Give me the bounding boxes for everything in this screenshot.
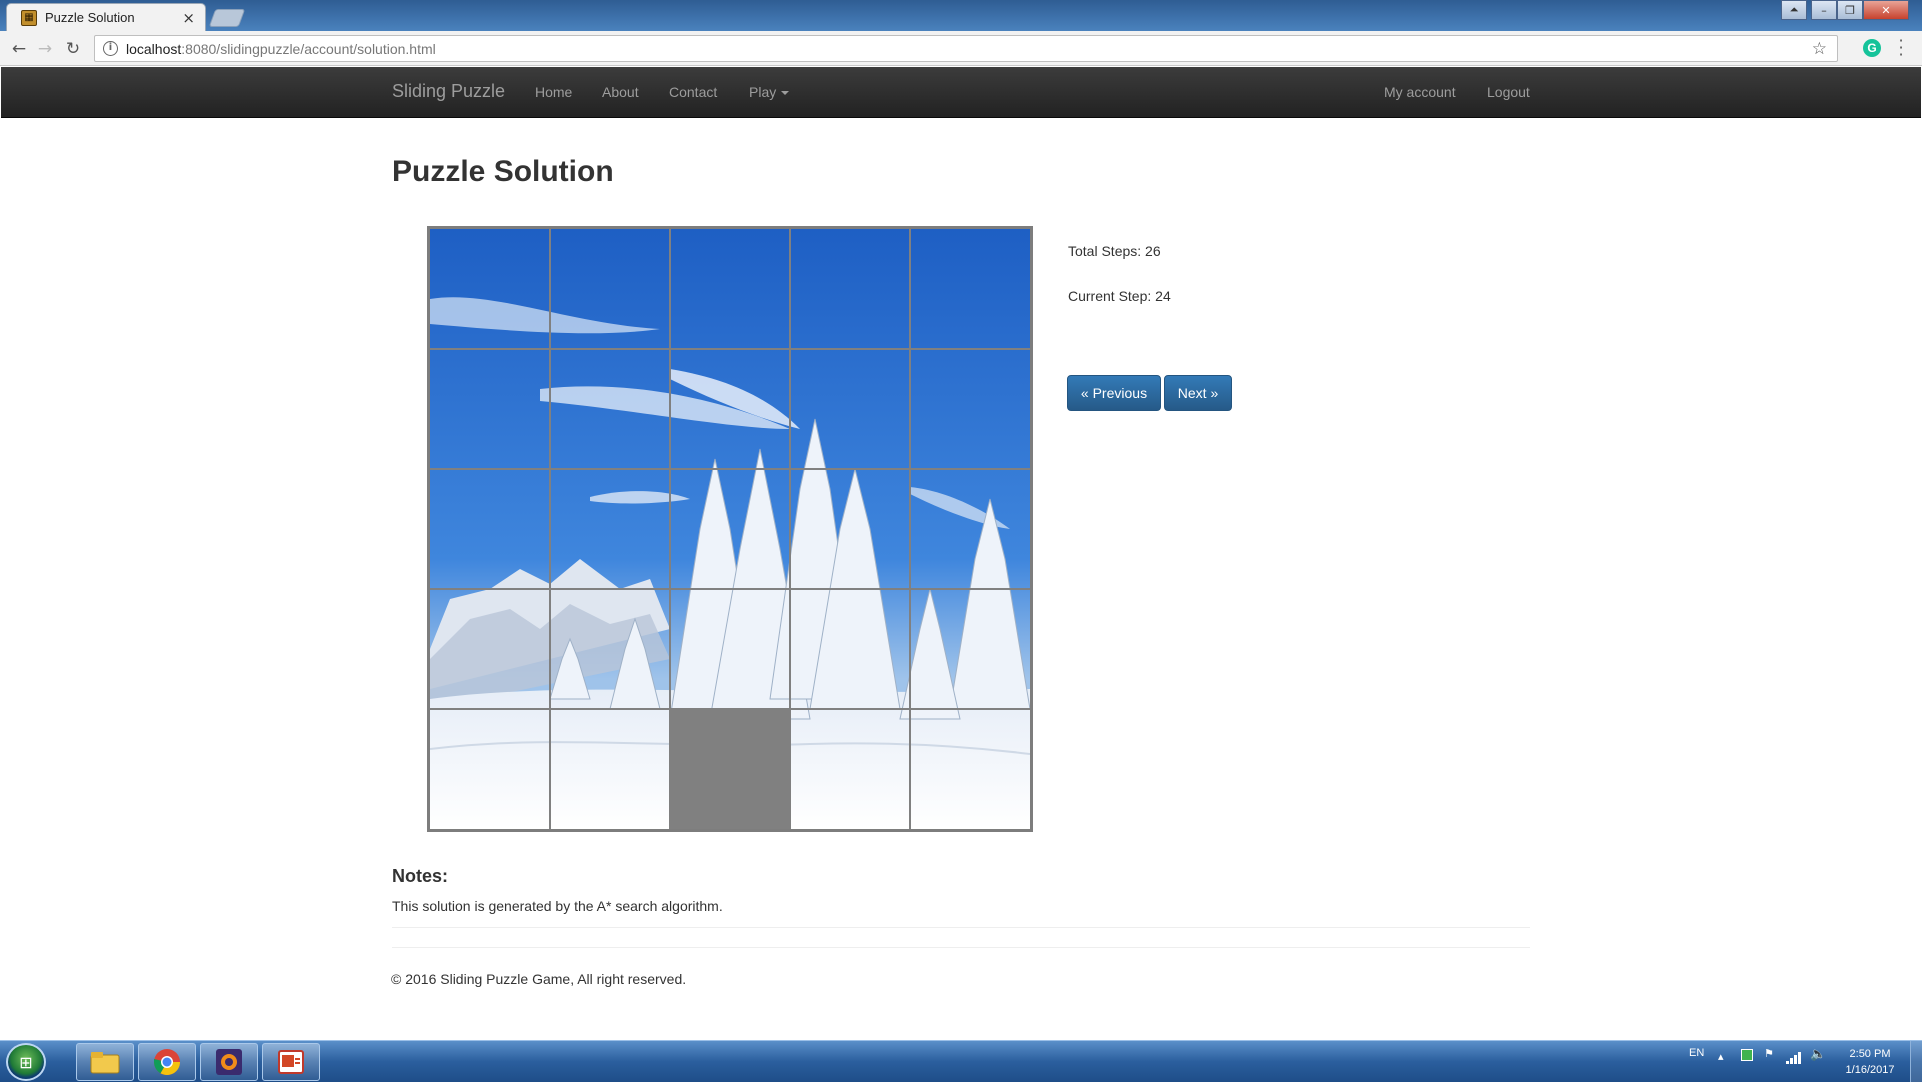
divider: [392, 927, 1530, 928]
network-monitor-icon[interactable]: [1741, 1049, 1753, 1061]
current-step: Current Step: 24: [1068, 288, 1171, 304]
user-icon[interactable]: ⏶: [1781, 0, 1807, 20]
signal-icon[interactable]: [1786, 1052, 1802, 1067]
nav-about[interactable]: About: [602, 84, 639, 100]
notes-heading: Notes:: [392, 866, 449, 886]
window-controls: ⏶ – ❐ ✕: [1781, 0, 1909, 20]
puzzle-favicon-icon: ▦: [21, 9, 37, 26]
java-ide-icon[interactable]: [200, 1043, 258, 1081]
show-hidden-icons-icon[interactable]: ▴: [1718, 1050, 1724, 1063]
menu-icon[interactable]: · · ·: [1896, 33, 1906, 63]
restore-button[interactable]: ❐: [1837, 0, 1863, 20]
nav-my-account[interactable]: My account: [1384, 84, 1456, 100]
forward-icon[interactable]: →: [34, 38, 56, 60]
browser-tab[interactable]: ▦ Puzzle Solution ×: [6, 3, 206, 31]
nav-play-label: Play: [749, 84, 777, 100]
system-clock[interactable]: 2:50 PM 1/16/2017: [1836, 1046, 1904, 1078]
chrome-icon[interactable]: [138, 1043, 196, 1081]
action-center-flag-icon[interactable]: ⚑: [1764, 1047, 1774, 1060]
back-icon[interactable]: ←: [8, 38, 30, 60]
star-icon[interactable]: ☆: [1812, 39, 1827, 59]
address-bar[interactable]: i localhost:8080/slidingpuzzle/account/s…: [94, 35, 1838, 62]
nav-home[interactable]: Home: [535, 84, 572, 100]
nav-contact[interactable]: Contact: [669, 84, 717, 100]
empty-tile: [670, 709, 790, 829]
minimize-button[interactable]: –: [1811, 0, 1837, 20]
total-steps: Total Steps: 26: [1068, 243, 1161, 259]
powerpoint-icon[interactable]: [262, 1043, 320, 1081]
grammarly-icon[interactable]: G: [1863, 39, 1881, 57]
puzzle-board: [427, 226, 1033, 832]
next-button[interactable]: Next »: [1164, 375, 1232, 411]
brand-link[interactable]: Sliding Puzzle: [392, 81, 505, 102]
clock-time: 2:50 PM: [1849, 1048, 1891, 1060]
volume-icon[interactable]: 🔈: [1810, 1047, 1826, 1062]
tab-title: Puzzle Solution: [45, 10, 135, 25]
show-desktop-button[interactable]: [1910, 1041, 1922, 1082]
site-navbar: Sliding Puzzle Home About Contact Play M…: [1, 67, 1921, 118]
start-orb-icon[interactable]: ⊞: [6, 1043, 46, 1081]
page-title: Puzzle Solution: [392, 155, 614, 188]
browser-tabstrip: ▦ Puzzle Solution × ⏶ – ❐ ✕: [0, 0, 1922, 31]
nav-play-dropdown[interactable]: Play: [749, 84, 790, 100]
info-icon[interactable]: i: [103, 41, 118, 56]
previous-button[interactable]: « Previous: [1067, 375, 1161, 411]
browser-toolbar: ← → ↻ i localhost:8080/slidingpuzzle/acc…: [0, 31, 1922, 66]
new-tab-button[interactable]: [208, 9, 246, 27]
file-explorer-icon[interactable]: [76, 1043, 134, 1081]
nav-logout[interactable]: Logout: [1487, 84, 1530, 100]
chevron-down-icon: [781, 91, 790, 96]
url-text: localhost:8080/slidingpuzzle/account/sol…: [126, 40, 436, 57]
taskbar: ⊞: [0, 1040, 1922, 1082]
reload-icon[interactable]: ↻: [62, 38, 84, 60]
close-tab-icon[interactable]: ×: [182, 9, 195, 27]
language-indicator[interactable]: EN: [1689, 1047, 1704, 1059]
notes-text: This solution is generated by the A* sea…: [392, 898, 723, 914]
footer-divider: [392, 947, 1530, 948]
close-window-button[interactable]: ✕: [1863, 0, 1909, 20]
clock-date: 1/16/2017: [1845, 1064, 1895, 1076]
footer-text: © 2016 Sliding Puzzle Game, All right re…: [391, 971, 687, 987]
puzzle-image: [430, 229, 1030, 829]
